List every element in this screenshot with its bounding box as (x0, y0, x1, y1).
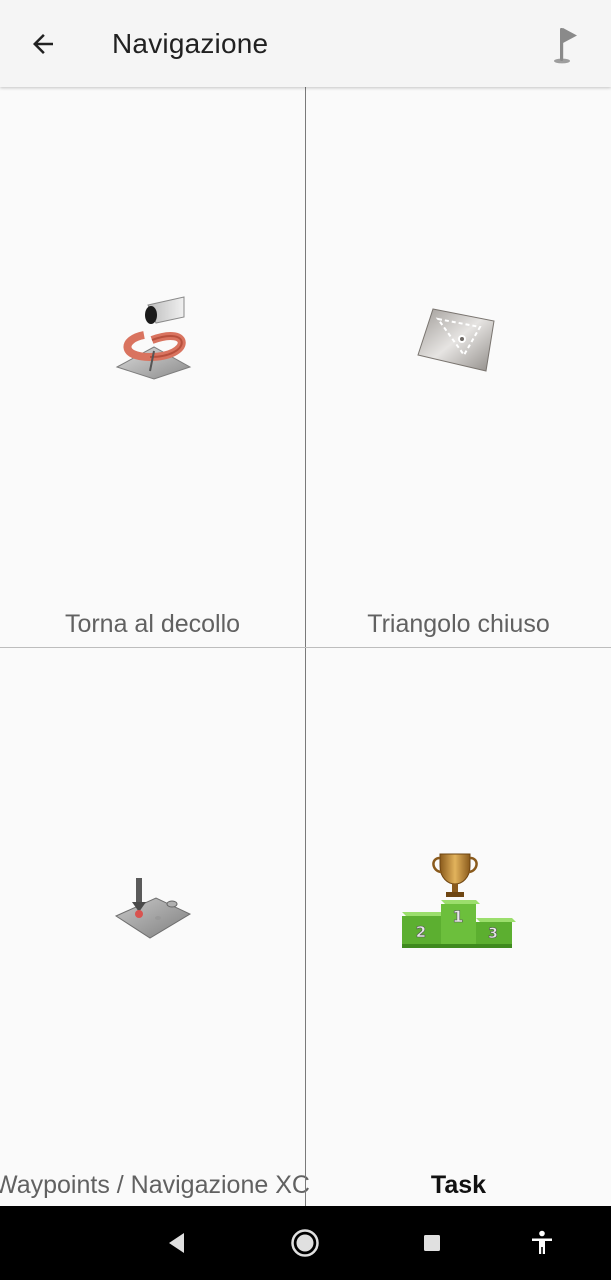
svg-text:3: 3 (488, 926, 498, 942)
page-title: Navigazione (112, 28, 269, 59)
return-to-takeoff-icon (115, 296, 192, 380)
tile-label: Task (430, 1171, 487, 1199)
tile-task[interactable]: 1 2 3 Task (306, 648, 611, 1208)
tile-label: Waypoints / Navigazione XC (0, 1171, 310, 1199)
navigation-grid: Torna al decollo Triangolo chiuso Waypoi… (0, 87, 611, 1206)
app-bar: Navigazione (0, 0, 611, 87)
flag-icon (554, 28, 577, 64)
arrow-left-icon (33, 34, 53, 54)
accessibility-icon (532, 1230, 552, 1254)
tile-label: Triangolo chiuso (367, 610, 550, 638)
svg-text:2: 2 (416, 923, 426, 941)
app-screen: Navigazione Torna al decollo Triangolo c… (0, 0, 611, 1280)
accessibility-button[interactable] (519, 1220, 565, 1266)
tile-return-to-takeoff[interactable]: Torna al decollo (0, 87, 305, 647)
trophy-podium-icon: 1 2 3 (402, 853, 516, 948)
closed-triangle-icon (417, 308, 495, 372)
nav-home-button[interactable] (282, 1220, 328, 1266)
nav-recents-icon (424, 1235, 440, 1251)
grid-divider-horizontal (0, 647, 611, 648)
nav-back-icon (169, 1233, 184, 1253)
tile-waypoints[interactable]: Waypoints / Navigazione XC (0, 648, 310, 1208)
nav-back-button[interactable] (154, 1220, 200, 1266)
tile-closed-triangle[interactable]: Triangolo chiuso (306, 87, 611, 647)
system-nav-bar (0, 1206, 611, 1280)
back-button[interactable] (18, 20, 68, 68)
tile-label: Torna al decollo (64, 610, 241, 638)
waypoints-icon (114, 878, 192, 939)
svg-text:1: 1 (452, 907, 463, 926)
flag-button[interactable] (540, 18, 592, 70)
nav-recents-button[interactable] (409, 1220, 455, 1266)
nav-home-icon (291, 1229, 319, 1257)
